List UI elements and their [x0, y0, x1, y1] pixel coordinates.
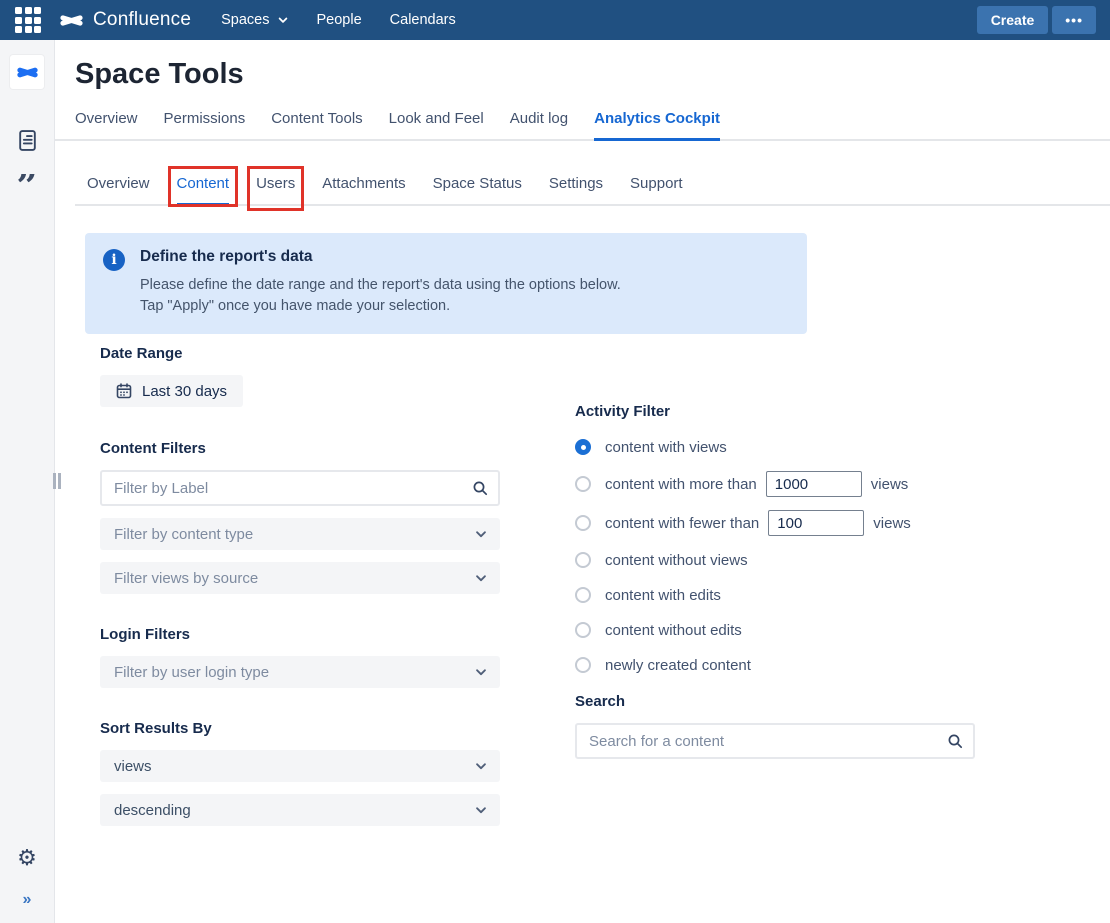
tab-analytics-cockpit[interactable]: Analytics Cockpit — [594, 110, 720, 141]
create-button[interactable]: Create — [977, 6, 1049, 34]
tab-content-tools[interactable]: Content Tools — [271, 110, 362, 139]
radio-row-without-views: content without views — [575, 549, 975, 571]
gear-icon[interactable]: ⚙ — [0, 847, 54, 869]
content-filters-heading: Content Filters — [100, 440, 500, 457]
subtab-attachments[interactable]: Attachments — [322, 175, 405, 204]
tab-permissions[interactable]: Permissions — [164, 110, 246, 139]
radio-label: content without views — [605, 552, 748, 569]
space-tools-tabs: Overview Permissions Content Tools Look … — [55, 110, 1110, 141]
radio-label: content with views — [605, 439, 727, 456]
chevron-down-icon — [474, 803, 488, 817]
calendar-icon — [116, 383, 132, 399]
content-type-select[interactable]: Filter by content type — [100, 518, 500, 550]
chevron-down-icon — [474, 571, 488, 585]
confluence-logo-icon[interactable] — [60, 12, 83, 28]
fewer-than-views-input[interactable] — [768, 510, 864, 536]
subtab-space-status[interactable]: Space Status — [433, 175, 522, 204]
date-range-heading: Date Range — [100, 345, 500, 362]
filter-by-label-input[interactable] — [100, 470, 500, 506]
more-actions-button[interactable]: ••• — [1052, 6, 1096, 34]
date-range-value: Last 30 days — [142, 383, 227, 400]
more-than-views-input[interactable] — [766, 471, 862, 497]
radio-label: newly created content — [605, 657, 751, 674]
sort-field-value: views — [114, 758, 152, 775]
radio-content-more-than[interactable] — [575, 476, 591, 492]
radio-label: content with edits — [605, 587, 721, 604]
radio-label: content without edits — [605, 622, 742, 639]
sort-direction-select[interactable]: descending — [100, 794, 500, 826]
views-source-select[interactable]: Filter views by source — [100, 562, 500, 594]
tab-audit-log[interactable]: Audit log — [510, 110, 568, 139]
activity-filter-heading: Activity Filter — [575, 403, 975, 420]
date-range-button[interactable]: Last 30 days — [100, 375, 243, 407]
radio-content-with-views[interactable] — [575, 439, 591, 455]
sidebar-resize-handle[interactable] — [53, 473, 61, 489]
search-heading: Search — [575, 693, 975, 710]
subtab-support[interactable]: Support — [630, 175, 683, 204]
radio-content-without-views[interactable] — [575, 552, 591, 568]
analytics-sub-tabs: Overview Content Users Attachments Space… — [75, 175, 1110, 206]
sidebar-bottom-group: ⚙ » — [0, 847, 54, 909]
nav-spaces-label: Spaces — [221, 12, 269, 28]
search-content-input[interactable] — [575, 723, 975, 759]
info-banner: i Define the report's data Please define… — [85, 233, 807, 334]
nav-calendars-label: Calendars — [390, 12, 456, 28]
top-nav-links: Spaces People Calendars — [221, 12, 456, 28]
left-sidebar: ” ⚙ » — [0, 40, 55, 923]
tab-look-and-feel[interactable]: Look and Feel — [389, 110, 484, 139]
content-type-placeholder: Filter by content type — [114, 526, 253, 543]
expand-sidebar-icon[interactable]: » — [0, 891, 54, 909]
pages-icon[interactable] — [0, 129, 54, 152]
nav-spaces[interactable]: Spaces — [221, 12, 288, 28]
radio-row-fewer-than: content with fewer than views — [575, 510, 975, 536]
banner-title: Define the report's data — [140, 248, 621, 266]
page-title: Space Tools — [75, 58, 244, 91]
tab-overview[interactable]: Overview — [75, 110, 138, 139]
radio-label-suffix: views — [873, 515, 911, 532]
subtab-overview[interactable]: Overview — [87, 175, 150, 204]
views-source-placeholder: Filter views by source — [114, 570, 258, 587]
login-type-placeholder: Filter by user login type — [114, 664, 269, 681]
radio-row-more-than: content with more than views — [575, 471, 975, 497]
activity-column: Activity Filter content with views conte… — [575, 403, 975, 771]
filters-column: Date Range Last 30 days Content Filters … — [100, 345, 500, 838]
confluence-space-icon — [17, 65, 38, 80]
subtab-content[interactable]: Content — [177, 175, 230, 206]
radio-label-suffix: views — [871, 476, 909, 493]
chevron-down-icon — [474, 759, 488, 773]
sort-direction-value: descending — [114, 802, 191, 819]
radio-label-prefix: content with fewer than — [605, 515, 759, 532]
app-switcher-icon[interactable] — [15, 7, 41, 33]
nav-people[interactable]: People — [317, 12, 362, 28]
radio-newly-created-content[interactable] — [575, 657, 591, 673]
radio-row-without-edits: content without edits — [575, 619, 975, 641]
info-icon: i — [103, 249, 125, 271]
banner-line-1: Please define the date range and the rep… — [140, 275, 621, 296]
radio-content-fewer-than[interactable] — [575, 515, 591, 531]
sort-results-heading: Sort Results By — [100, 720, 500, 737]
chevron-down-icon — [277, 14, 289, 26]
login-type-select[interactable]: Filter by user login type — [100, 656, 500, 688]
radio-row-with-edits: content with edits — [575, 584, 975, 606]
product-name[interactable]: Confluence — [93, 9, 191, 31]
sort-field-select[interactable]: views — [100, 750, 500, 782]
top-navigation-bar: Confluence Spaces People Calendars Creat… — [0, 0, 1110, 40]
radio-row-newly-created: newly created content — [575, 654, 975, 676]
subtab-settings[interactable]: Settings — [549, 175, 603, 204]
radio-row-content-with-views: content with views — [575, 436, 975, 458]
banner-line-2: Tap "Apply" once you have made your sele… — [140, 296, 621, 317]
subtab-users[interactable]: Users — [256, 175, 295, 204]
nav-people-label: People — [317, 12, 362, 28]
chevron-down-icon — [474, 665, 488, 679]
space-logo-button[interactable] — [10, 55, 44, 89]
chevron-down-icon — [474, 527, 488, 541]
quote-icon[interactable]: ” — [0, 174, 54, 198]
radio-content-without-edits[interactable] — [575, 622, 591, 638]
radio-label-prefix: content with more than — [605, 476, 757, 493]
login-filters-heading: Login Filters — [100, 626, 500, 643]
nav-calendars[interactable]: Calendars — [390, 12, 456, 28]
radio-content-with-edits[interactable] — [575, 587, 591, 603]
